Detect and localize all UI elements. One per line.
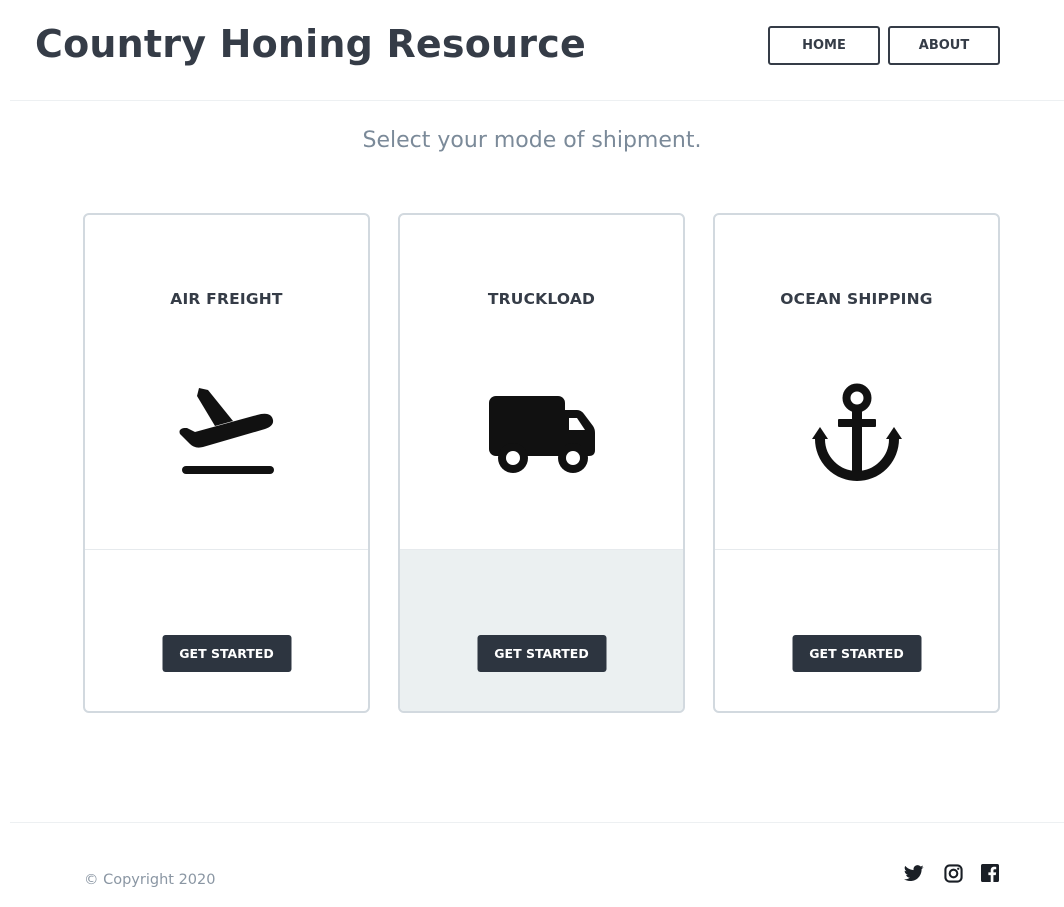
nav-about-button[interactable]: ABOUT <box>888 26 1000 65</box>
nav-home-button[interactable]: HOME <box>768 26 880 65</box>
card-title: TRUCKLOAD <box>487 290 596 308</box>
card-top: TRUCKLOAD <box>400 215 683 550</box>
get-started-button[interactable]: GET STARTED <box>792 635 921 672</box>
airplane-takeoff-icon <box>172 380 282 485</box>
card-title: OCEAN SHIPPING <box>780 290 933 308</box>
card-air-freight: AIR FREIGHT GET STARTED <box>83 213 370 713</box>
card-bottom: GET STARTED <box>400 550 683 711</box>
twitter-icon[interactable] <box>903 862 925 884</box>
card-top: OCEAN SHIPPING <box>715 215 998 550</box>
card-bottom: GET STARTED <box>715 550 998 711</box>
header-divider <box>10 100 1064 101</box>
card-title: AIR FREIGHT <box>170 290 283 308</box>
card-truckload: TRUCKLOAD GET STARTED <box>398 213 685 713</box>
facebook-icon[interactable] <box>979 862 1001 884</box>
card-ocean-shipping: OCEAN SHIPPING GET STARTED <box>713 213 1000 713</box>
site-title: Country Honing Resource <box>35 22 586 66</box>
anchor-icon <box>802 380 912 485</box>
page: Country Honing Resource HOME ABOUT Selec… <box>0 0 1064 907</box>
card-top: AIR FREIGHT <box>85 215 368 550</box>
get-started-button[interactable]: GET STARTED <box>162 635 291 672</box>
copyright-text: © Copyright 2020 <box>84 872 216 888</box>
page-subtitle: Select your mode of shipment. <box>362 128 702 153</box>
get-started-button[interactable]: GET STARTED <box>477 635 606 672</box>
instagram-icon[interactable] <box>942 862 964 884</box>
card-bottom: GET STARTED <box>85 550 368 711</box>
footer-divider <box>10 822 1064 823</box>
truck-icon <box>487 380 597 485</box>
